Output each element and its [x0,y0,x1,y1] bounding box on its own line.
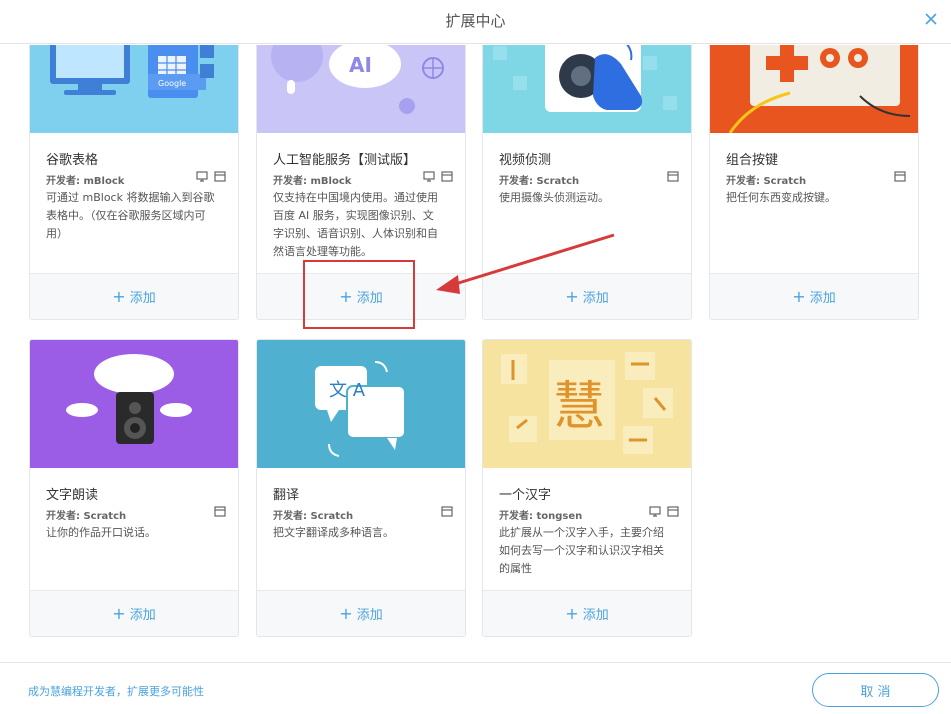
card-developer: 开发者: mBlock [273,176,352,187]
add-button-video-sensing[interactable]: + 添加 [483,273,691,319]
add-label: 添加 [129,291,156,306]
add-button-google-sheets[interactable]: + 添加 [30,273,238,319]
extension-card-chinese-character: 慧 一个汉字 开发者: tongsen 此扩展从一个汉字入手，主要介绍 如何去写… [482,339,692,637]
card-developer: 开发者: Scratch [499,176,580,187]
monitor-icon [423,171,435,182]
window-icon [894,171,906,182]
card-developer: 开发者: Scratch [46,511,127,522]
add-button-translate[interactable]: + 添加 [257,590,465,636]
plus-icon: + [565,603,579,623]
card-thumbnail [483,45,691,133]
card-description: 此扩展从一个汉字入手，主要介绍 如何去写一个汉字和认识汉字相关 的属性 [499,526,664,575]
card-platform-icons [649,506,679,517]
close-icon[interactable] [923,11,939,27]
card-description: 仅支持在中国境内使用。通过使用 百度 AI 服务，实现图像识别、文 字识别、语音… [273,191,438,258]
window-icon [667,506,679,517]
card-platform-icons [441,506,453,517]
plus-icon: + [565,286,579,306]
annotation-highlight-box [303,260,415,329]
add-button-combo-keys[interactable]: + 添加 [710,273,918,319]
card-title: 翻译 [273,488,300,503]
card-platform-icons [667,171,679,182]
add-label: 添加 [129,608,156,623]
card-developer: 开发者: Scratch [726,176,807,187]
combo-keys-illustration [710,45,918,133]
card-developer: 开发者: mBlock [46,176,125,187]
ai-service-illustration: AI [257,45,465,133]
extension-grid: Google 谷歌表格 开发者: mBlock 可通过 mBlock 将数据输入… [0,45,951,662]
plus-icon: + [792,286,806,306]
extension-card-video-sensing: 视频侦测 开发者: Scratch 使用摄像头侦测运动。 + 添加 [482,45,692,320]
card-thumbnail [710,45,918,133]
chinese-character-illustration: 慧 [483,340,691,468]
card-developer: 开发者: Scratch [273,511,354,522]
add-label: 添加 [582,608,609,623]
window-icon [214,171,226,182]
card-thumbnail: AI [257,45,465,133]
card-platform-icons [423,171,453,182]
card-description: 把任何东西变成按键。 [726,191,836,204]
extension-card-text-to-speech: 文字朗读 开发者: Scratch 让你的作品开口说话。 + 添加 [29,339,239,637]
translate-illustration: 文 A [257,340,465,468]
plus-icon: + [339,603,353,623]
card-title: 视频侦测 [499,153,552,168]
card-thumbnail: 慧 [483,340,691,468]
dialog-header: 扩展中心 [0,0,951,44]
cancel-button[interactable]: 取 消 [812,673,939,707]
become-developer-link[interactable]: 成为慧编程开发者，扩展更多可能性 [28,683,204,699]
card-platform-icons [214,506,226,517]
dialog-footer: 成为慧编程开发者，扩展更多可能性 取 消 [0,662,951,714]
text-to-speech-illustration [30,340,238,468]
card-description: 可通过 mBlock 将数据输入到谷歌 表格中。（仅在谷歌服务区域内可 用） [46,191,215,240]
ai-label: AI [349,53,372,77]
card-description: 让你的作品开口说话。 [46,526,156,539]
dialog-title: 扩展中心 [445,12,506,30]
card-title: 谷歌表格 [46,153,99,168]
window-icon [214,506,226,517]
card-thumbnail [30,340,238,468]
add-label: 添加 [356,608,383,623]
card-thumbnail: 文 A [257,340,465,468]
plus-icon: + [112,603,126,623]
character-label: 慧 [553,377,605,437]
video-sensing-illustration [483,45,691,133]
card-developer: 开发者: tongsen [499,511,583,522]
google-sheets-illustration: Google [30,45,238,133]
add-button-chinese-character[interactable]: + 添加 [483,590,691,636]
card-title: 一个汉字 [499,488,552,503]
plus-icon: + [112,286,126,306]
monitor-icon [196,171,208,182]
card-thumbnail: Google [30,45,238,133]
extension-center-dialog: 扩展中心 Google 谷歌表格 开发者: mBlock 可通过 mBlock … [0,0,951,714]
add-label: 添加 [582,291,609,306]
extension-card-google-sheets: Google 谷歌表格 开发者: mBlock 可通过 mBlock 将数据输入… [29,45,239,320]
card-title: 文字朗读 [46,488,99,503]
card-description: 使用摄像头侦测运动。 [499,191,609,204]
card-description: 把文字翻译成多种语言。 [273,526,394,539]
translate-label: 文 A [329,380,366,401]
card-platform-icons [894,171,906,182]
add-button-text-to-speech[interactable]: + 添加 [30,590,238,636]
add-label: 添加 [809,291,836,306]
window-icon [441,506,453,517]
window-icon [441,171,453,182]
google-label: Google [158,79,186,88]
monitor-icon [649,506,661,517]
extension-card-translate: 文 A 翻译 开发者: Scratch 把文字翻译成多种语言。 + 添加 [256,339,466,637]
card-platform-icons [196,171,226,182]
card-title: 组合按键 [726,153,779,168]
card-title: 人工智能服务【测试版】 [273,153,417,168]
window-icon [667,171,679,182]
extension-card-combo-keys: 组合按键 开发者: Scratch 把任何东西变成按键。 + 添加 [709,45,919,320]
